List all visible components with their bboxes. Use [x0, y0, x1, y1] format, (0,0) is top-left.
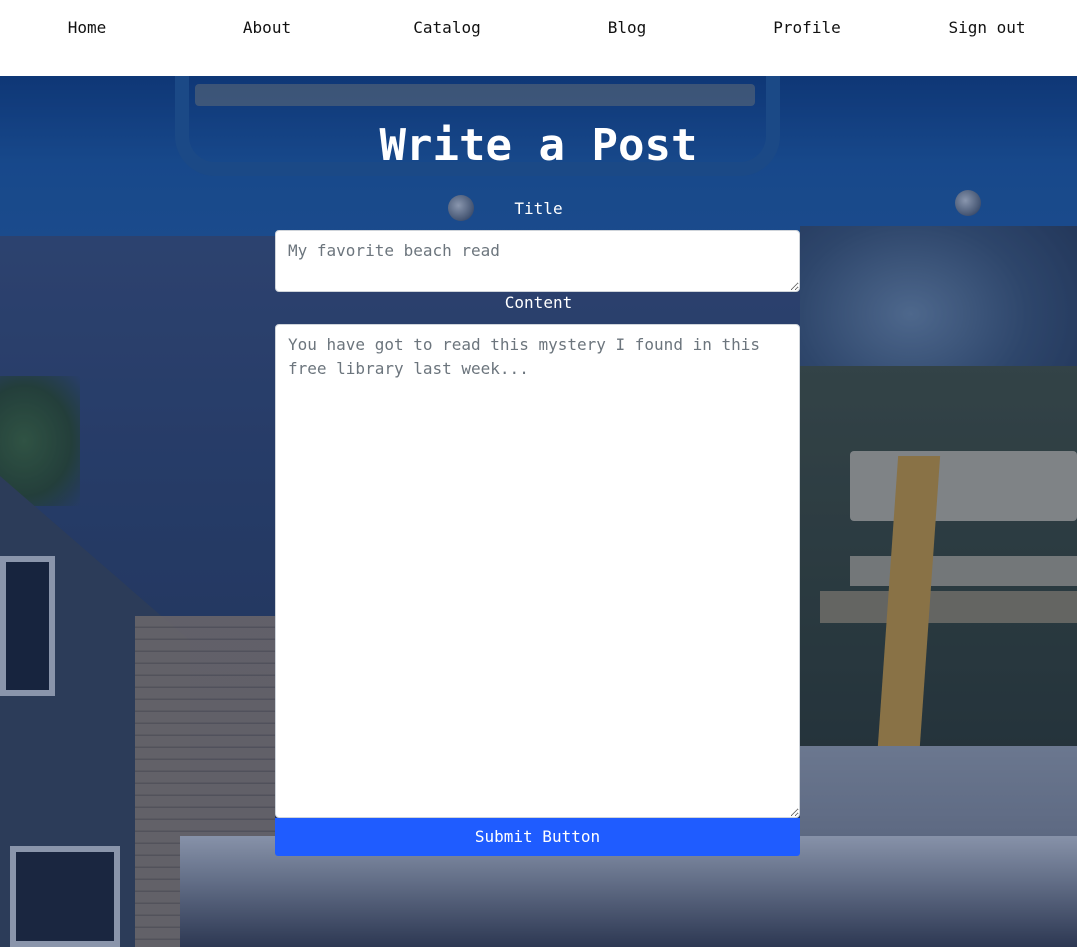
nav-link-blog[interactable]: Blog	[608, 18, 647, 38]
nav-link-home[interactable]: Home	[68, 18, 107, 38]
nav-link-about[interactable]: About	[243, 18, 291, 38]
content-field-label: Content	[504, 293, 573, 312]
page-title: Write a Post	[379, 120, 698, 171]
nav-link-profile[interactable]: Profile	[773, 18, 840, 38]
post-title-input[interactable]	[275, 230, 800, 292]
post-content-input[interactable]	[275, 324, 800, 818]
nav-link-catalog[interactable]: Catalog	[413, 18, 480, 38]
nav-link-sign-out[interactable]: Sign out	[948, 18, 1025, 38]
submit-button[interactable]: Submit Button	[275, 818, 800, 856]
title-field-label: Title	[514, 199, 563, 218]
top-navbar: Home About Catalog Blog Profile Sign out	[0, 0, 1077, 76]
